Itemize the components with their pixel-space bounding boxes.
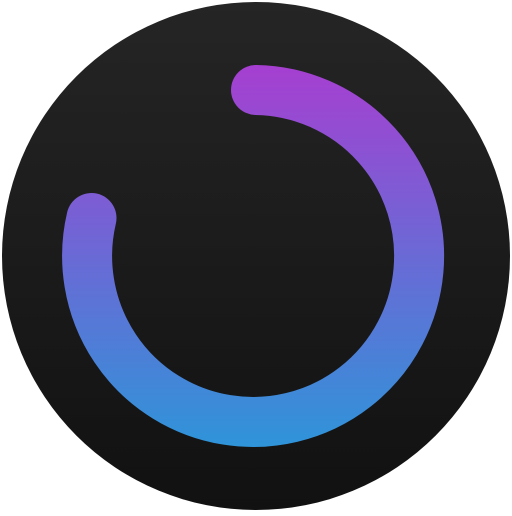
progress-ring-icon (2, 2, 510, 510)
app-icon (0, 0, 512, 512)
